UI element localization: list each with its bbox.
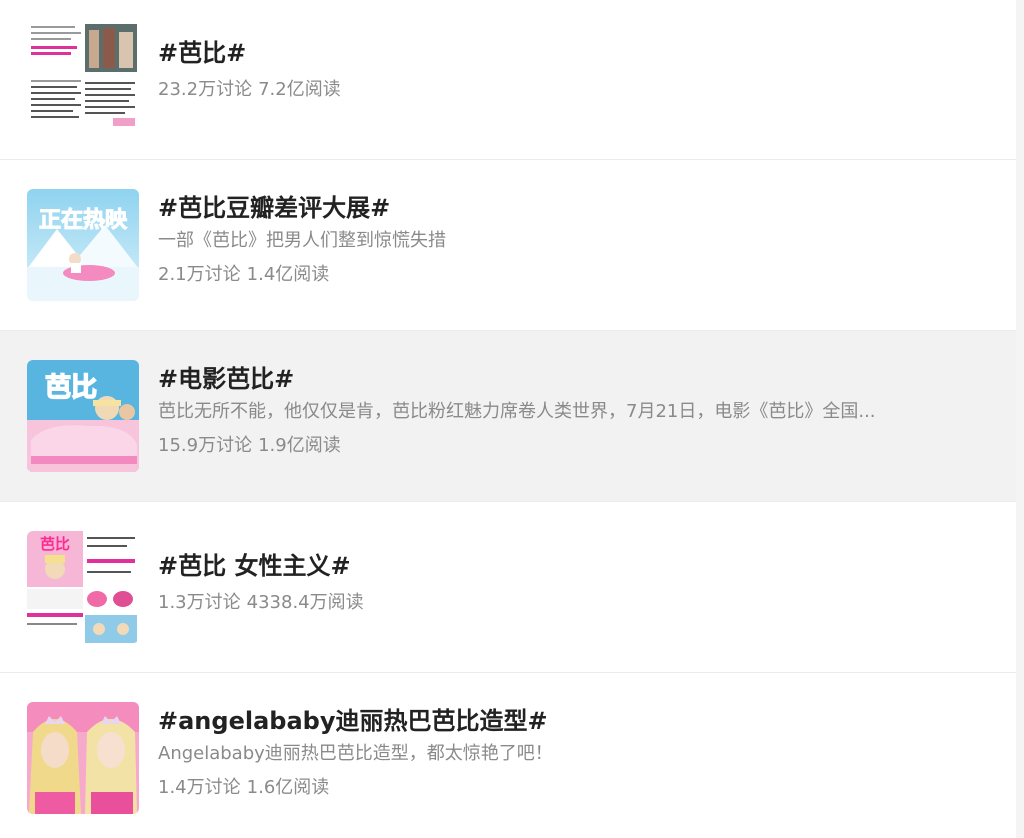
discussion-count: 23.2万讨论: [158, 79, 253, 100]
discussion-count: 2.1万讨论: [158, 264, 241, 285]
discussion-count: 1.3万讨论: [158, 592, 241, 613]
read-count: 1.4亿阅读: [246, 264, 330, 285]
topic-item[interactable]: 芭比 #电影芭比# 芭比无所不能，他仅仅是肯，芭比粉红魅力席卷人类世界，7月21…: [0, 331, 1016, 502]
read-count: 4338.4万阅读: [246, 592, 364, 613]
topic-description: Angelababy迪丽热巴芭比造型，都太惊艳了吧！: [158, 743, 553, 764]
topic-item[interactable]: 正在热映 #芭比豆瓣差评大展# 一部《芭比》把男人们整到惊慌失措 2.1万讨论 1…: [0, 160, 1016, 331]
topic-item[interactable]: 芭比 #芭比 女性主义# 1.3万讨论 4338.4万阅读: [0, 502, 1016, 673]
pink-collage-image: 芭比: [27, 531, 139, 643]
topic-stats: 1.3万讨论 4338.4万阅读: [158, 591, 956, 615]
topic-item[interactable]: #芭比# 23.2万讨论 7.2亿阅读: [0, 0, 1016, 160]
topic-title[interactable]: #angelababy迪丽热巴芭比造型#: [158, 706, 956, 736]
scrollbar[interactable]: [1016, 0, 1024, 838]
topic-title[interactable]: #芭比 女性主义#: [158, 551, 956, 581]
topic-item[interactable]: #angelababy迪丽热巴芭比造型# Angelababy迪丽热巴芭比造型，…: [0, 673, 1016, 838]
discussion-count: 1.4万讨论: [158, 777, 241, 798]
topic-text: #芭比# 23.2万讨论 7.2亿阅读: [158, 38, 956, 102]
topic-title[interactable]: #电影芭比#: [158, 364, 956, 394]
svg-text:芭比: 芭比: [45, 373, 97, 403]
read-count: 1.6亿阅读: [246, 777, 330, 798]
two-blonde-portraits-image: [27, 702, 139, 814]
read-count: 7.2亿阅读: [258, 79, 341, 100]
topic-stats: 1.4万讨论 1.6亿阅读: [158, 776, 956, 800]
topic-stats: 2.1万讨论 1.4亿阅读: [158, 263, 956, 287]
news-collage-image: [27, 20, 139, 132]
snow-movie-poster-image: 正在热映: [27, 189, 139, 301]
topic-text: #芭比 女性主义# 1.3万讨论 4338.4万阅读: [158, 551, 956, 615]
read-count: 1.9亿阅读: [258, 435, 341, 456]
topic-title[interactable]: #芭比豆瓣差评大展#: [158, 193, 956, 223]
discussion-count: 15.9万讨论: [158, 435, 253, 456]
topic-stats: 23.2万讨论 7.2亿阅读: [158, 78, 956, 102]
topic-stats: 15.9万讨论 1.9亿阅读: [158, 434, 956, 458]
svg-text:正在热映: 正在热映: [39, 207, 128, 233]
topic-title[interactable]: #芭比#: [158, 38, 956, 68]
topic-description: 芭比无所不能，他仅仅是肯，芭比粉红魅力席卷人类世界，7月21日，电影《芭比》全国…: [158, 401, 876, 422]
topic-description: 一部《芭比》把男人们整到惊慌失措: [158, 230, 446, 251]
topic-text: #电影芭比# 芭比无所不能，他仅仅是肯，芭比粉红魅力席卷人类世界，7月21日，电…: [158, 364, 956, 458]
svg-text:芭比: 芭比: [40, 535, 70, 553]
topic-text: #芭比豆瓣差评大展# 一部《芭比》把男人们整到惊慌失措 2.1万讨论 1.4亿阅读: [158, 193, 956, 287]
topic-text: #angelababy迪丽热巴芭比造型# Angelababy迪丽热巴芭比造型，…: [158, 706, 956, 800]
pink-car-poster-image: 芭比: [27, 360, 139, 472]
